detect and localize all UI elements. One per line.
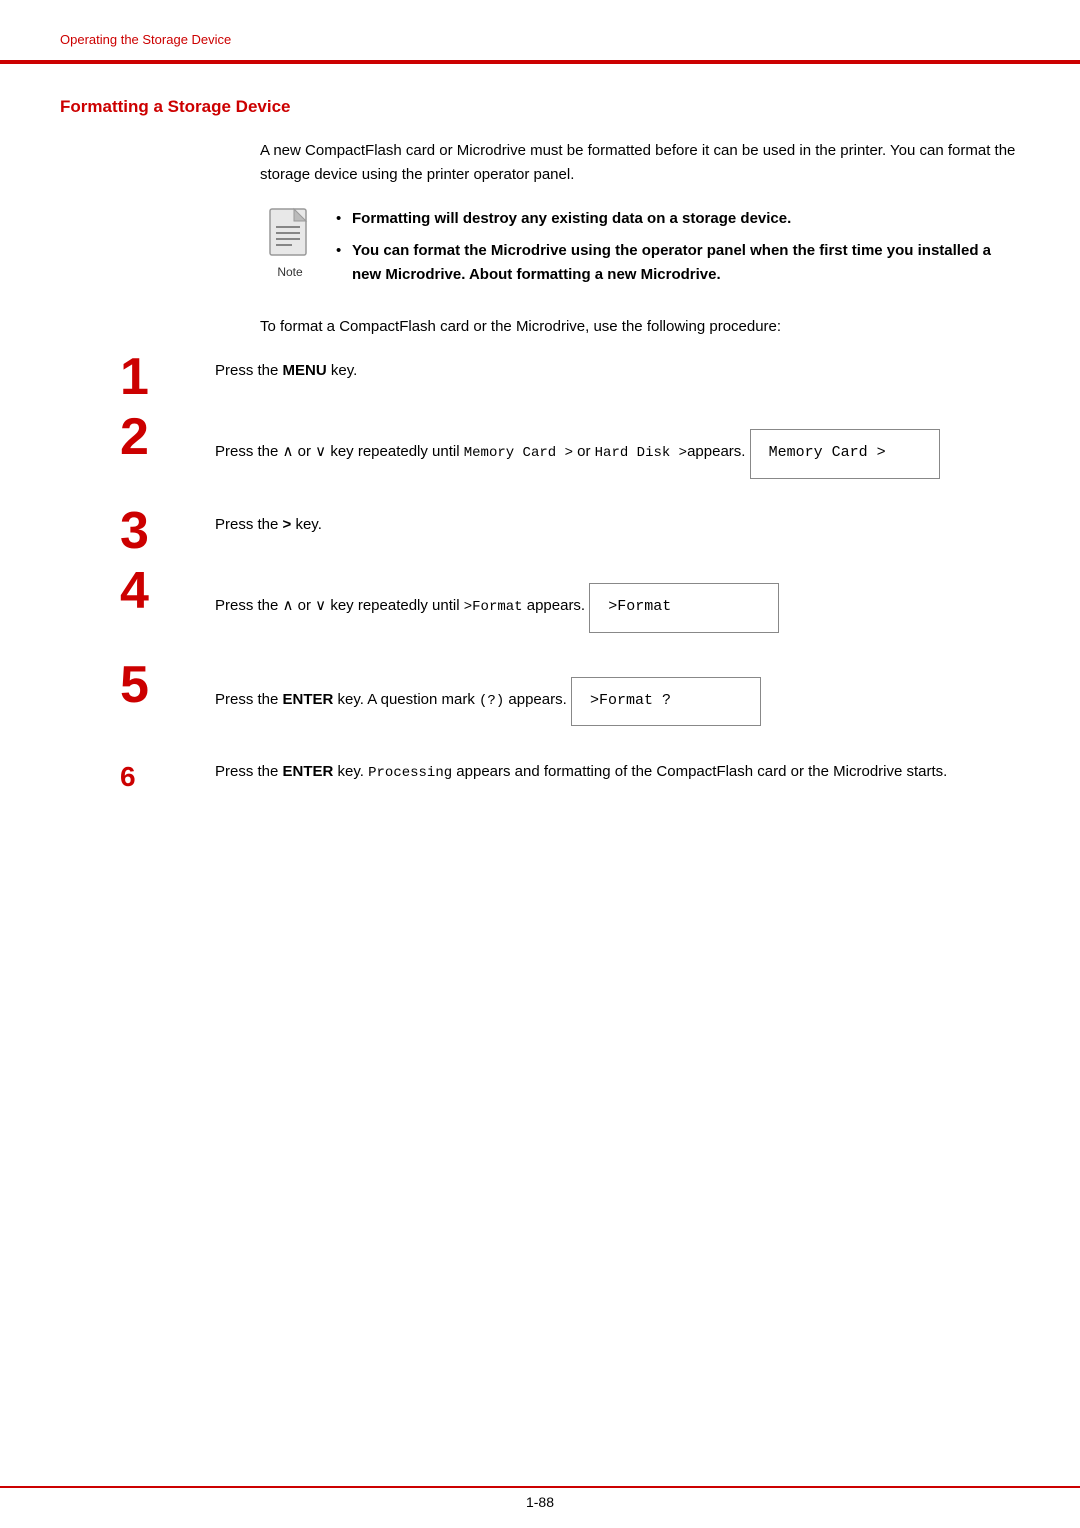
step-4-display-text: >Format: [608, 598, 671, 615]
step-1: 1 Press the MENU key.: [120, 357, 1020, 403]
note-icon: [264, 207, 316, 263]
section-title: Formatting a Storage Device: [60, 97, 1020, 117]
step-6: 6 Press the ENTER key. Processing appear…: [120, 758, 1020, 794]
step-6-number: 6: [120, 760, 215, 794]
step-2-display: Memory Card >: [750, 429, 940, 479]
note-block: Note Formatting will destroy any existin…: [260, 207, 1020, 295]
note-label: Note: [277, 265, 302, 279]
step-1-body: Press the MENU key.: [215, 357, 1020, 384]
note-bullet-1: Formatting will destroy any existing dat…: [336, 207, 1020, 231]
step-5: 5 Press the ENTER key. A question mark (…: [120, 665, 1020, 745]
step-3-number: 3: [120, 505, 215, 557]
note-icon-area: Note: [260, 207, 320, 279]
footer-page-number: 1-88: [526, 1494, 554, 1510]
note-content: Formatting will destroy any existing dat…: [336, 207, 1020, 295]
step-3-body: Press the > key.: [215, 511, 1020, 538]
step-4: 4 Press the ∧ or ∨ key repeatedly until …: [120, 571, 1020, 651]
top-rule: [0, 60, 1080, 64]
step-4-body: Press the ∧ or ∨ key repeatedly until >F…: [215, 571, 1020, 651]
step-4-display: >Format: [589, 583, 779, 633]
intro-text: A new CompactFlash card or Microdrive mu…: [260, 139, 1020, 187]
step-5-body: Press the ENTER key. A question mark (?)…: [215, 665, 1020, 745]
footer-rule: [0, 1486, 1080, 1488]
step-2: 2 Press the ∧ or ∨ key repeatedly until …: [120, 417, 1020, 497]
breadcrumb: Operating the Storage Device: [60, 32, 1020, 47]
step-5-display-text: >Format ?: [590, 692, 671, 709]
note-bullet-2: You can format the Microdrive using the …: [336, 239, 1020, 287]
step-2-number: 2: [120, 411, 215, 463]
step-2-body: Press the ∧ or ∨ key repeatedly until Me…: [215, 417, 1020, 497]
step-2-display-text: Memory Card >: [769, 444, 886, 461]
step-6-body: Press the ENTER key. Processing appears …: [215, 758, 1020, 785]
step-4-number: 4: [120, 565, 215, 617]
step-5-display: >Format ?: [571, 677, 761, 727]
steps-container: 1 Press the MENU key. 2 Press the ∧ or ∨…: [120, 357, 1020, 794]
step-3: 3 Press the > key.: [120, 511, 1020, 557]
step-5-number: 5: [120, 659, 215, 711]
procedure-intro: To format a CompactFlash card or the Mic…: [260, 315, 1020, 339]
step-1-number: 1: [120, 351, 215, 403]
